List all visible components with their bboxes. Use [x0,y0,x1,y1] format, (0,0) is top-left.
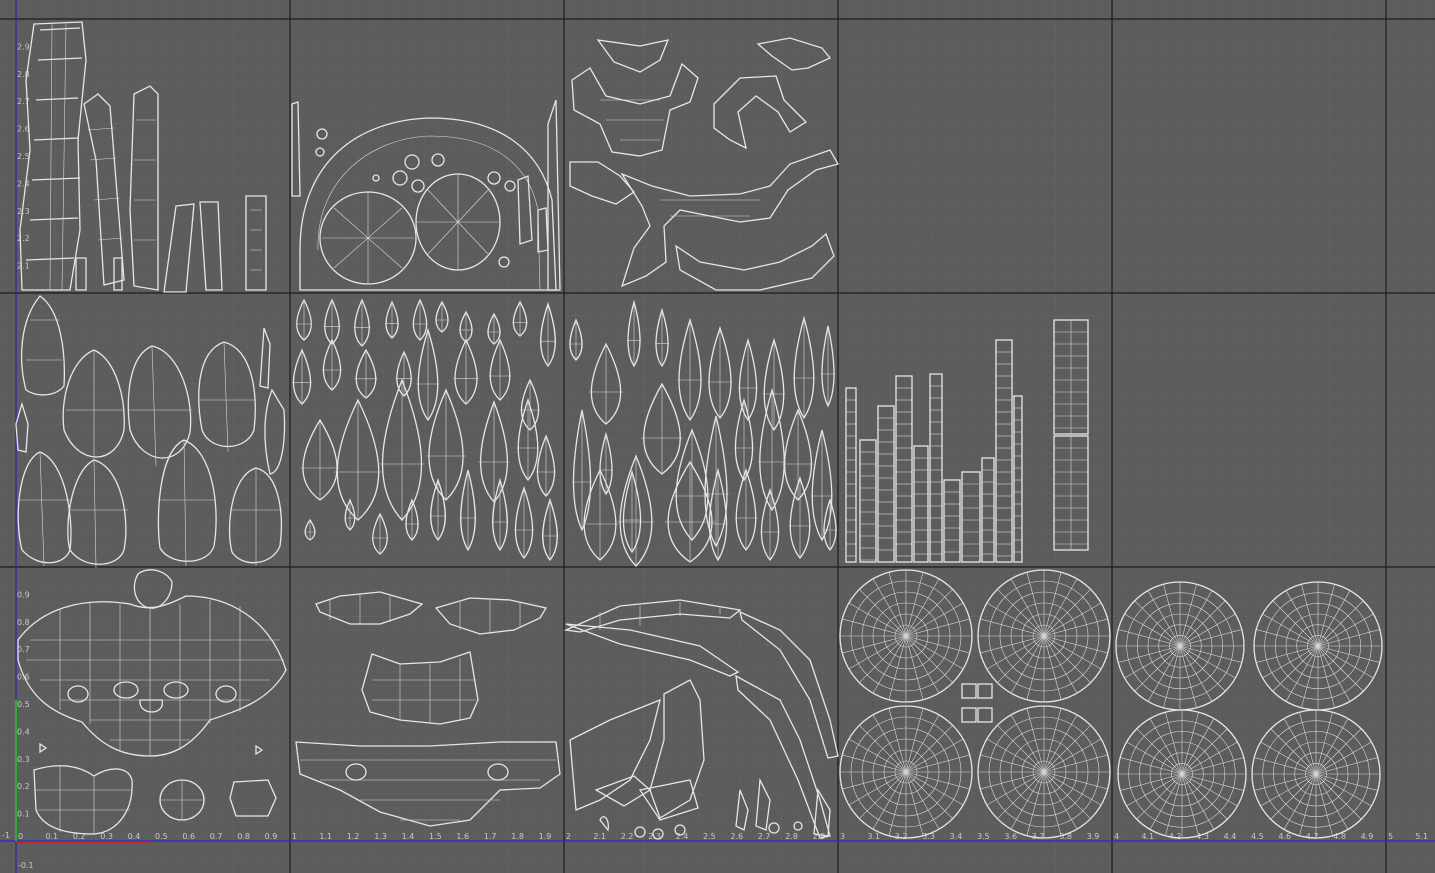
u-tick-label: 5 [1388,832,1393,841]
v-tick-label: 0.1 [17,810,30,819]
v-tick-label: 2.5 [17,152,30,161]
v-tick-label: 0.7 [17,645,30,654]
v-tick-label: 2.4 [17,179,30,188]
u-tick-label: 2.2 [621,832,634,841]
u-tick-label: 3.6 [1004,832,1017,841]
u-tick-label: 4.9 [1361,832,1374,841]
u-tick-label: 3.1 [867,832,880,841]
u-tick-label: 3 [840,832,845,841]
uv-editor-viewport[interactable]: 0.1 0.2 0.3 0.4 0.5 0.6 0.7 0.8 0.9 2.1 2.2 2.3 2.4… [0,0,1435,873]
u-tick-label: 0.5 [155,832,168,841]
u-tick-label: 1.8 [511,832,524,841]
u-tick-label: 2.5 [703,832,716,841]
u-tick-label: 2.7 [758,832,771,841]
u-tick-label: 3.5 [977,832,990,841]
u-tick-label: 3.9 [1087,832,1100,841]
u-tick-label: 1.4 [402,832,415,841]
neg-v-label: -0.1 [18,861,34,870]
u-tick-label: 4.7 [1306,832,1319,841]
v-tick-label: 0.2 [17,782,30,791]
u-tick-label: 3.7 [1032,832,1045,841]
v-tick-label: 0.4 [17,727,30,736]
u-tick-label: 0.7 [210,832,223,841]
u-tick-label: 1.5 [429,832,442,841]
u-tick-label: 1.1 [319,832,332,841]
u-tick-label: 1.9 [539,832,552,841]
u-tick-label: 0 [18,832,23,841]
u-tick-label: 2.1 [593,832,606,841]
u-tick-label: 0.6 [182,832,195,841]
v-tick-label: 0.8 [17,618,30,627]
u-tick-label: 4.4 [1224,832,1237,841]
v-tick-labels-upper: 2.12.22.32.42.52.62.72.82.9 [17,42,30,270]
u-tick-label: 2.4 [676,832,689,841]
v-tick-label: 2.2 [17,234,30,243]
u-tick-label: 2 [566,832,571,841]
v-tick-labels: 0.10.20.30.40.50.60.70.80.9 [17,590,30,818]
u-tick-label: 0.4 [128,832,141,841]
v-tick-label: 2.6 [17,125,30,134]
u-tick-label: 1 [292,832,297,841]
v-tick-label: 2.9 [17,42,30,51]
u-tick-label: 4.5 [1251,832,1264,841]
u-tick-label: 3.2 [895,832,908,841]
u-tick-label: 2.6 [730,832,743,841]
v-tick-label: 0.5 [17,700,30,709]
u-tick-label: 1.6 [456,832,469,841]
u-tick-label: 4.1 [1141,832,1154,841]
u-tick-label: 1.3 [374,832,387,841]
v-tick-label: 2.1 [17,262,30,271]
neg-u-label: -1 [2,831,10,840]
u-tick-label: 1.7 [484,832,497,841]
u-tick-label: 1.2 [347,832,360,841]
u-tick-label: 0.1 [45,832,58,841]
u-tick-label: 0.8 [237,832,250,841]
u-tick-label: 0.3 [100,832,113,841]
u-tick-label: 3.4 [950,832,963,841]
u-tick-label: 2.3 [648,832,661,841]
u-tick-label: 2.8 [785,832,798,841]
v-tick-label: 0.9 [17,590,30,599]
u-tick-label: 0.9 [265,832,278,841]
u-tick-label: 4.6 [1278,832,1291,841]
v-tick-label: 0.3 [17,755,30,764]
u-tick-label: 4 [1114,832,1119,841]
u-tick-label: 5.1 [1415,832,1428,841]
